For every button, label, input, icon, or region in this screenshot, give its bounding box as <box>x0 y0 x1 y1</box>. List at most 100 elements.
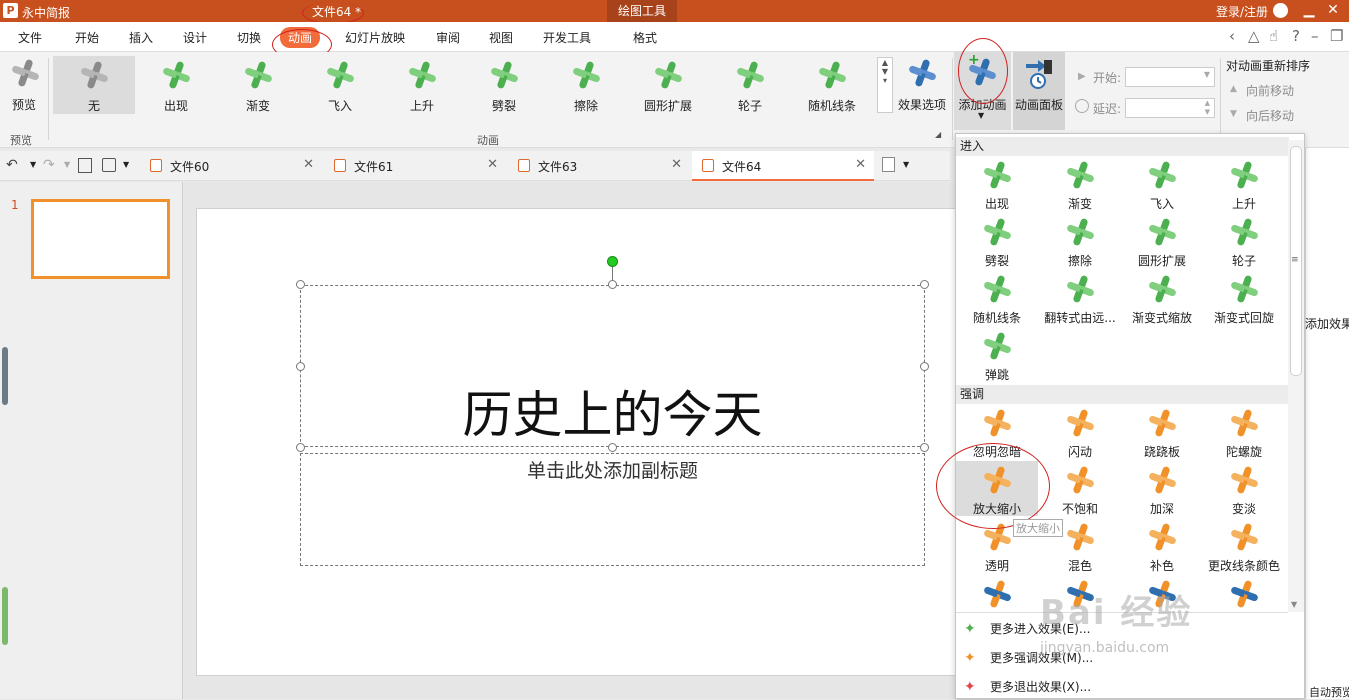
tab-file60[interactable]: 文件60 ✕ <box>140 151 322 181</box>
emphasis-effect-item[interactable]: 跷跷板 <box>1121 404 1203 459</box>
add-animation-button[interactable]: + 添加动画 ▼ <box>954 52 1011 130</box>
emphasis-effect-item[interactable]: 不饱和 <box>1039 461 1121 516</box>
menu-insert[interactable]: 插入 <box>129 29 153 46</box>
effect-fly-in[interactable]: 飞入 <box>299 56 381 114</box>
effect-label: 出现 <box>163 99 188 113</box>
close-icon[interactable]: ✕ <box>855 157 866 172</box>
entrance-effect-item[interactable]: 轮子 <box>1203 213 1285 268</box>
back-icon[interactable]: ‹ <box>1229 27 1235 45</box>
close-button[interactable]: ✕ <box>1325 2 1341 18</box>
auto-preview-checkbox[interactable]: 自动预览 <box>1309 684 1349 700</box>
resize-handle[interactable] <box>920 362 929 371</box>
entrance-effect-item[interactable]: 飞入 <box>1121 156 1203 211</box>
animation-pane-button[interactable]: 动画面板 <box>1013 52 1065 130</box>
menu-animations[interactable]: 动画 <box>280 27 321 48</box>
emphasis-effect-item[interactable]: 更改线条颜色 <box>1203 518 1285 573</box>
close-icon[interactable]: ✕ <box>487 157 498 172</box>
menu-developer[interactable]: 开发工具 <box>543 29 591 46</box>
effect-appear[interactable]: 出现 <box>135 56 217 114</box>
entrance-effect-item[interactable]: 出现 <box>956 156 1038 211</box>
entrance-effect-item[interactable]: 渐变式回旋 <box>1203 270 1285 325</box>
delay-spinner[interactable]: ▲ ▼ <box>1125 98 1215 118</box>
effect-wheel[interactable]: 轮子 <box>709 56 791 114</box>
close-icon[interactable]: ✕ <box>303 157 314 172</box>
entrance-effect-item[interactable]: 上升 <box>1203 156 1285 211</box>
new-tab-dropdown-icon[interactable]: ▼ <box>903 160 909 169</box>
menu-format[interactable]: 格式 <box>633 29 657 46</box>
drawing-tools-context-tab[interactable]: 绘图工具 <box>607 0 677 22</box>
print-preview-icon[interactable] <box>78 158 92 173</box>
effect-wipe[interactable]: 擦除 <box>545 56 627 114</box>
entrance-effect-item[interactable]: 劈裂 <box>956 213 1038 268</box>
resize-handle[interactable] <box>920 280 929 289</box>
undo-dropdown-icon[interactable]: ▼ <box>30 160 36 169</box>
emphasis-effect-item[interactable]: 闪动 <box>1039 404 1121 459</box>
redo-icon[interactable]: ↷ <box>43 157 55 173</box>
resize-handle[interactable] <box>296 362 305 371</box>
slide-title[interactable]: 历史上的今天 <box>300 375 925 447</box>
effect-options-button[interactable]: 效果选项 <box>893 56 951 114</box>
slide-thumbnail[interactable] <box>31 199 170 279</box>
start-combo[interactable]: ▼ <box>1125 67 1215 87</box>
entrance-effect-item[interactable]: 弹跳 <box>956 327 1038 382</box>
entrance-effect-item[interactable]: 翻转式由远... <box>1039 270 1121 325</box>
close-icon[interactable]: ✕ <box>671 157 682 172</box>
emphasis-effect-label: 不饱和 <box>1061 502 1098 516</box>
tab-file61[interactable]: 文件61 ✕ <box>324 151 506 181</box>
entrance-effect-item[interactable]: 渐变 <box>1039 156 1121 211</box>
panel-scroll-handle[interactable] <box>2 347 8 405</box>
menu-design[interactable]: 设计 <box>183 29 207 46</box>
redo-dropdown-icon[interactable]: ▼ <box>64 160 70 169</box>
user-icon[interactable] <box>1273 3 1288 18</box>
gallery-scroll-arrows[interactable]: ▲ ▼ ▾ <box>877 57 893 113</box>
entrance-effect-item[interactable]: 圆形扩展 <box>1121 213 1203 268</box>
emphasis-effect-icon[interactable] <box>1230 579 1259 609</box>
slide-subtitle-placeholder[interactable]: 单击此处添加副标题 <box>300 456 925 483</box>
emphasis-effect-item[interactable]: 变淡 <box>1203 461 1285 516</box>
menu-view[interactable]: 视图 <box>489 29 513 46</box>
tab-file63[interactable]: 文件63 ✕ <box>508 151 690 181</box>
effect-circle[interactable]: 圆形扩展 <box>627 56 709 114</box>
move-earlier-button[interactable]: 向前移动 <box>1246 82 1294 99</box>
restore-icon[interactable]: ❐ <box>1330 27 1343 45</box>
emphasis-effect-icon <box>1148 465 1177 495</box>
emphasis-effect-icon[interactable] <box>983 579 1012 609</box>
emphasis-effect-item[interactable]: 忽明忽暗 <box>956 404 1038 459</box>
add-effect-button[interactable]: 添加效果 <box>1305 315 1349 332</box>
emphasis-effect-item[interactable]: 补色 <box>1121 518 1203 573</box>
effect-none[interactable]: 无 <box>53 56 135 114</box>
entrance-effect-item[interactable]: 渐变式缩放 <box>1121 270 1203 325</box>
menu-home[interactable]: 开始 <box>75 29 99 46</box>
effect-rise-up[interactable]: 上升 <box>381 56 463 114</box>
menu-slideshow[interactable]: 幻灯片放映 <box>345 29 405 46</box>
emphasis-effect-zoom[interactable]: 放大缩小 <box>956 461 1038 516</box>
help-icon[interactable]: ? <box>1292 27 1300 45</box>
menu-review[interactable]: 审阅 <box>436 29 460 46</box>
hand-icon[interactable]: ☝ <box>1269 27 1278 45</box>
menu-file[interactable]: 文件 <box>18 29 42 46</box>
zoom-handle[interactable] <box>2 587 8 645</box>
customize-toolbar-icon[interactable]: ▼ <box>123 160 129 169</box>
effect-split[interactable]: 劈裂 <box>463 56 545 114</box>
new-tab-icon[interactable] <box>882 157 895 172</box>
effect-fade[interactable]: 渐变 <box>217 56 299 114</box>
entrance-effect-item[interactable]: 随机线条 <box>956 270 1038 325</box>
menu-transitions[interactable]: 切换 <box>237 29 261 46</box>
emphasis-effect-item[interactable]: 加深 <box>1121 461 1203 516</box>
ribbon-minimize-icon[interactable]: – <box>1311 27 1319 45</box>
tab-file64[interactable]: 文件64 ✕ <box>692 151 874 181</box>
move-later-button[interactable]: 向后移动 <box>1246 107 1294 124</box>
scroll-down-icon[interactable]: ▼ <box>1291 600 1297 609</box>
minimize-button[interactable]: ▁ <box>1301 2 1317 18</box>
resize-handle[interactable] <box>296 280 305 289</box>
effect-random-bars[interactable]: 随机线条 <box>791 56 873 114</box>
emphasis-effect-item[interactable]: 陀螺旋 <box>1203 404 1285 459</box>
resize-handle[interactable] <box>608 280 617 289</box>
undo-icon[interactable]: ↶ <box>6 157 18 173</box>
login-register-link[interactable]: 登录/注册 <box>1216 3 1268 20</box>
dialog-launcher-icon[interactable]: ◢ <box>935 130 941 139</box>
rotation-handle[interactable] <box>607 256 618 267</box>
collapse-ribbon-icon[interactable]: △ <box>1248 27 1260 45</box>
entrance-effect-item[interactable]: 擦除 <box>1039 213 1121 268</box>
save-icon[interactable] <box>102 158 116 172</box>
